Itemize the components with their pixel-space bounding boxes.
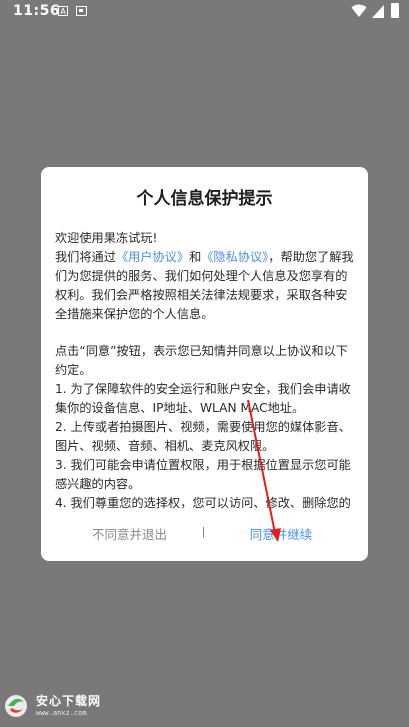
privacy-policy-link[interactable]: 《隐私协议》	[201, 250, 268, 264]
dialog-title: 个人信息保护提示	[136, 189, 273, 209]
terms-item-1: 1. 为了保障软件的安全运行和账户安全，我们会申请收集你的设备信息、IP地址、W…	[55, 382, 351, 415]
notification-a-icon: A	[58, 6, 68, 16]
dialog-body[interactable]: 欢迎使用果冻试玩! 我们将通过《用户协议》和《隐私协议》，帮助您了解我们为您提供…	[55, 229, 356, 513]
wifi-icon	[351, 4, 367, 17]
intro-paragraph: 我们将通过《用户协议》和《隐私协议》，帮助您了解我们为您提供的服务、我们如何处理…	[55, 248, 356, 324]
button-divider	[203, 527, 204, 538]
privacy-dialog: 个人信息保护提示 欢迎使用果冻试玩! 我们将通过《用户协议》和《隐私协议》，帮助…	[41, 167, 368, 561]
battery-icon	[391, 3, 399, 18]
signal-icon	[372, 5, 384, 18]
terms-item-4: 4. 我们尊重您的选择权，您可以访问、修改、删除您的个人信息并管理您的授权，我们…	[55, 496, 351, 510]
terms-item-3: 3. 我们可能会申请位置权限，用于根据位置显示您可能感兴趣的内容。	[55, 458, 351, 491]
watermark: 安心下载网 www.anxz.com	[0, 688, 110, 724]
watermark-logo-icon	[5, 695, 27, 717]
consent-paragraph: 点击“同意”按钮，表示您已知情并同意以上协议和以下约定。	[55, 344, 348, 377]
intro-and: 和	[189, 250, 202, 264]
status-bar: 11:56 A	[0, 0, 409, 24]
dialog-footer: 不同意并退出 同意并继续	[41, 519, 368, 549]
user-agreement-link[interactable]: 《用户协议》	[116, 250, 189, 264]
watermark-url: www.anxz.com	[36, 709, 87, 717]
watermark-name: 安心下载网	[36, 694, 102, 708]
decline-button[interactable]: 不同意并退出	[77, 524, 182, 543]
status-time: 11:56	[13, 3, 61, 19]
terms-item-2: 2. 上传或者拍摄图片、视频，需要使用您的媒体影音、图片、视频、音频、相机、麦克…	[55, 420, 351, 453]
intro-prefix: 我们将通过	[55, 250, 116, 264]
accept-button[interactable]: 同意并继续	[241, 524, 321, 543]
notification-image-icon	[76, 6, 87, 16]
welcome-text: 欢迎使用果冻试玩!	[55, 231, 158, 245]
